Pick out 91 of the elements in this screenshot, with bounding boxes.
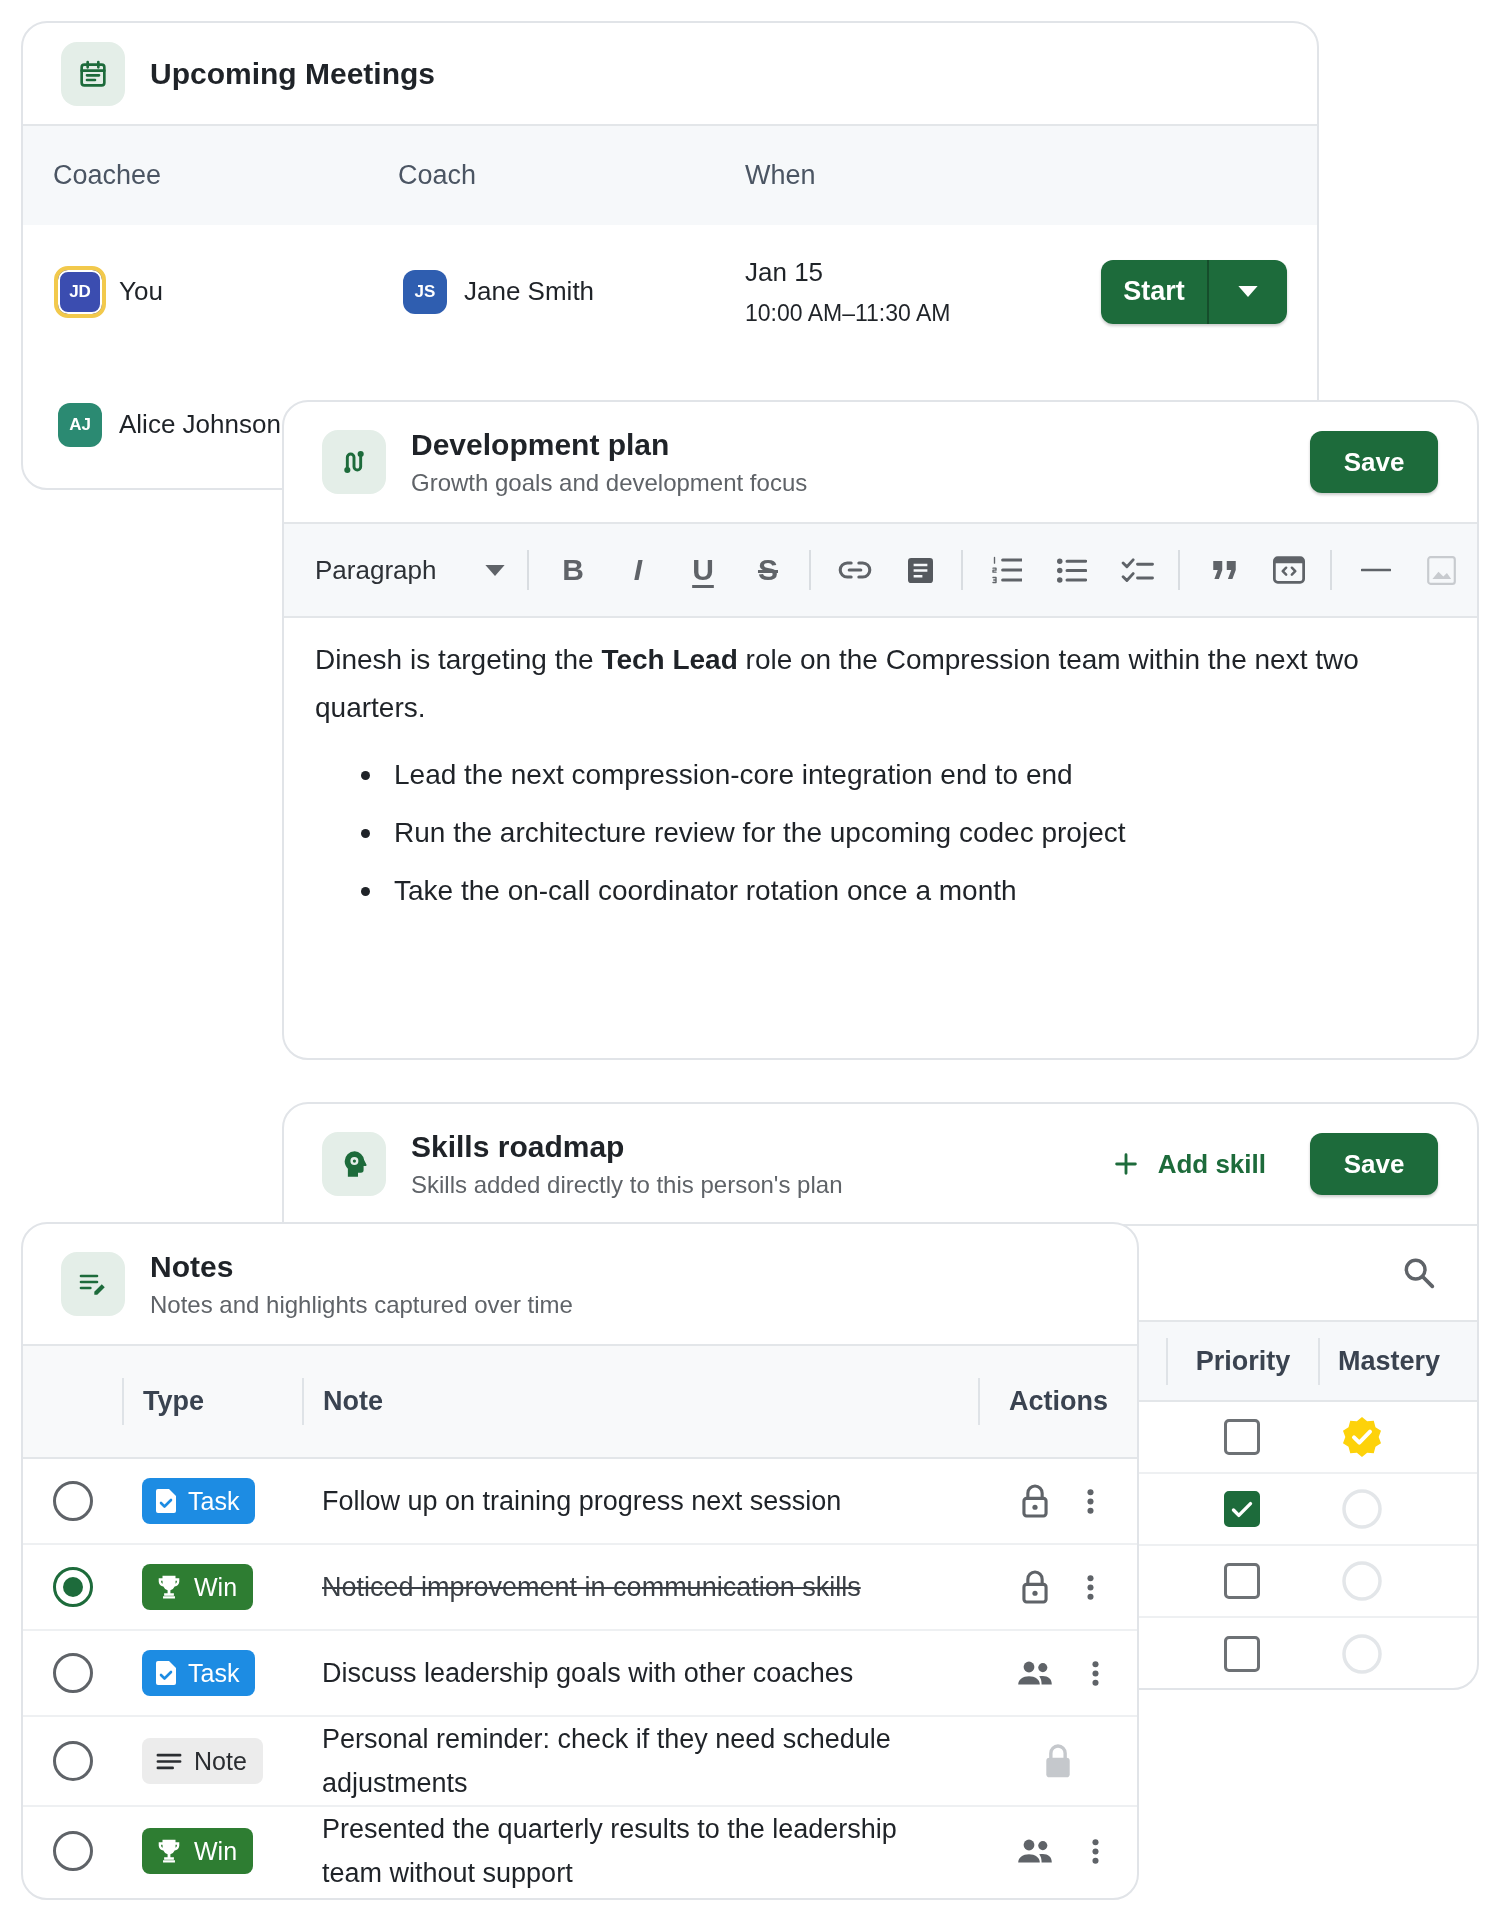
numbered-list-icon[interactable] <box>992 556 1022 584</box>
note-text: Personal reminder: check if they need schedule adjustments <box>322 1723 892 1800</box>
code-icon[interactable] <box>1273 556 1305 584</box>
head-icon <box>322 1132 386 1196</box>
more-icon[interactable] <box>1086 1573 1094 1601</box>
priority-checkbox[interactable] <box>1224 1563 1260 1599</box>
person-name: Alice Johnson <box>119 409 281 440</box>
person-name: You <box>119 276 163 307</box>
italic-button[interactable]: I <box>614 546 662 594</box>
column-header: Coachee <box>53 160 163 191</box>
underline-button[interactable]: U <box>679 546 727 594</box>
lock-icon[interactable] <box>1021 1570 1048 1604</box>
radio-button[interactable] <box>52 1567 93 1607</box>
avatar: JD <box>54 265 106 318</box>
column-header: Note <box>323 1386 383 1417</box>
people-icon[interactable] <box>1016 1839 1053 1863</box>
calendar-icon <box>61 41 125 106</box>
bullet-icon <box>361 886 370 896</box>
meeting-time: 10:00 AM–11:30 AM <box>745 298 952 328</box>
edit-notes-icon <box>61 1252 125 1316</box>
radio-button[interactable] <box>52 1741 93 1781</box>
more-icon[interactable] <box>1086 1487 1094 1515</box>
dropdown-button[interactable] <box>1207 259 1287 324</box>
avatar: JS <box>403 269 447 314</box>
radio-button[interactable] <box>52 1653 93 1693</box>
note-text: Presented the quarterly results to the leadership team without support <box>322 1813 898 1890</box>
strikethrough-button[interactable]: S <box>744 546 792 594</box>
column-header: When <box>745 160 817 191</box>
list-item-text: Lead the next compression-core integration end to end <box>394 759 1073 791</box>
caret-icon <box>1238 286 1258 297</box>
card-subtitle: Notes and highlights captured over time <box>150 1289 573 1320</box>
bullet-list-icon[interactable] <box>1057 557 1087 583</box>
card-title: Upcoming Meetings <box>150 55 435 92</box>
column-header: Priority <box>1195 1345 1291 1377</box>
seal-check-icon[interactable] <box>1342 1417 1382 1457</box>
document-check-icon <box>156 1661 176 1685</box>
column-header: Type <box>143 1386 204 1417</box>
type-label: Win <box>194 1836 238 1866</box>
card-title: Development plan <box>411 426 671 463</box>
people-icon[interactable] <box>1016 1661 1053 1685</box>
bullet-icon <box>361 828 370 838</box>
bullet-icon <box>361 770 370 780</box>
meeting-date: Jan 15 <box>745 255 825 289</box>
type-label: Note <box>194 1746 247 1776</box>
column-header: Coach <box>398 160 478 191</box>
document-icon[interactable] <box>907 557 933 583</box>
plus-icon <box>1114 1153 1137 1175</box>
checklist-icon[interactable] <box>1120 557 1154 583</box>
split-button[interactable]: Start <box>1101 259 1287 324</box>
note-text: Discuss leadership goals with other coaches <box>322 1657 855 1690</box>
card-title: Skills roadmap <box>411 1128 626 1165</box>
bold-button[interactable]: B <box>549 546 597 594</box>
person-name: Jane Smith <box>464 276 595 307</box>
horizontal-rule-icon[interactable] <box>1361 568 1391 572</box>
save-button[interactable]: Save <box>1310 1133 1438 1195</box>
card-subtitle: Skills added directly to this person's plan <box>411 1169 843 1200</box>
lines-icon <box>156 1752 182 1770</box>
trophy-icon <box>156 1838 182 1864</box>
route-icon <box>322 430 386 494</box>
caret-icon <box>485 564 505 576</box>
list-item-text: Run the architecture review for the upcoming codec project <box>394 817 1126 849</box>
avatar: AJ <box>58 402 102 447</box>
search-icon[interactable] <box>1403 1257 1435 1289</box>
type-label: Task <box>188 1486 240 1516</box>
priority-checkbox[interactable] <box>1224 1636 1260 1672</box>
paragraph-text: Dinesh is targeting the Tech Lead role on the Compression team within the next two quarters. <box>315 643 1360 725</box>
check-icon <box>1231 1500 1253 1518</box>
add-skill-button[interactable]: Add skill <box>1106 1140 1274 1188</box>
list-item-text: Take the on-call coordinator rotation once a month <box>394 875 1017 907</box>
radio-button[interactable] <box>52 1481 93 1521</box>
column-header: Actions <box>1009 1386 1108 1417</box>
more-icon[interactable] <box>1091 1659 1099 1687</box>
note-text: Follow up on training progress next session <box>322 1485 843 1518</box>
type-label: Win <box>194 1572 238 1602</box>
more-icon[interactable] <box>1091 1837 1099 1865</box>
radio-button[interactable] <box>52 1831 93 1871</box>
lock-icon[interactable] <box>1021 1484 1048 1518</box>
link-icon[interactable] <box>838 561 872 579</box>
priority-checkbox[interactable] <box>1224 1419 1260 1455</box>
block-style-dropdown[interactable]: Paragraph <box>315 554 510 586</box>
card-title: Notes <box>150 1248 235 1285</box>
quote-icon[interactable] <box>1211 561 1237 579</box>
note-text: Noticed improvement in communication skills <box>322 1571 862 1604</box>
document-check-icon <box>156 1489 176 1513</box>
priority-checkbox[interactable] <box>1224 1491 1260 1527</box>
trophy-icon <box>156 1574 182 1600</box>
column-header: Mastery <box>1338 1345 1441 1377</box>
start-button[interactable]: Start <box>1101 259 1207 324</box>
type-label: Task <box>188 1658 240 1688</box>
save-button[interactable]: Save <box>1310 431 1438 493</box>
card-subtitle: Growth goals and development focus <box>411 467 808 498</box>
